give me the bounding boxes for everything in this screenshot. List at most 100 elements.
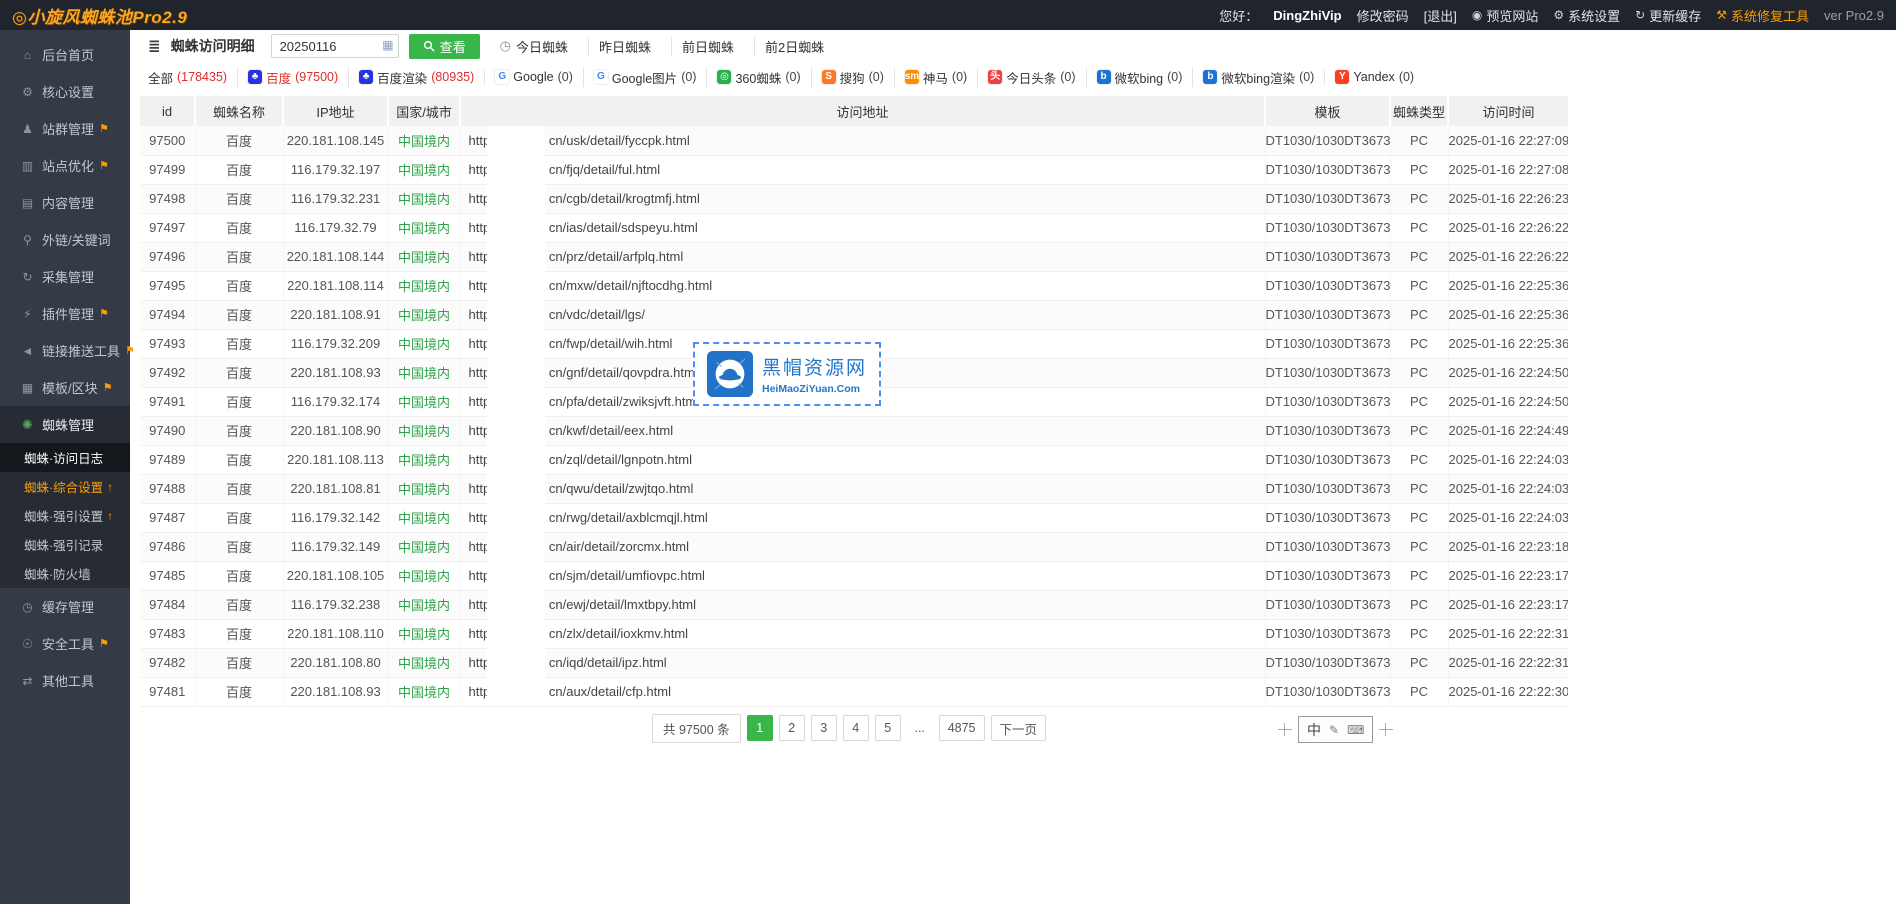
spider-filter[interactable]: 头 今日头条 (0)	[977, 68, 1075, 87]
spider-brand-icon: 头	[988, 70, 1002, 84]
cell-ip: 116.179.32.142	[283, 503, 388, 532]
spider-filter[interactable]: G Google图片 (0)	[583, 68, 697, 87]
page-button[interactable]: 5	[875, 715, 901, 741]
table-row: 97495 百度 220.181.108.114 中国境内 http://wap…	[140, 271, 1568, 300]
header-menu-item[interactable]: ◉ 预览网站	[1472, 6, 1539, 25]
ime-bar[interactable]: 中 ✎ ⌨	[1278, 716, 1393, 743]
sidebar-item[interactable]: ⇄ 其他工具	[0, 662, 130, 699]
sidebar-item[interactable]: ⚡ 插件管理 ⚑	[0, 295, 130, 332]
sidebar-item[interactable]: 蜘蛛·综合设置 ↑	[0, 472, 130, 501]
header-menu-item[interactable]: ↻ 更新缓存	[1635, 6, 1701, 25]
cell-visit-time: 2025-01-16 22:22:31	[1448, 619, 1568, 648]
cell-url: http://wapcn/vdc/detail/lgs/	[460, 300, 1265, 329]
header-menu-icon: ↻	[1635, 8, 1645, 22]
sidebar-item[interactable]: ◄ 链接推送工具 ⚑	[0, 332, 130, 369]
sidebar-item[interactable]: ☉ 安全工具 ⚑	[0, 625, 130, 662]
ime-pen-icon[interactable]: ✎	[1329, 723, 1339, 737]
page-button[interactable]: 3	[811, 715, 837, 741]
sidebar-item[interactable]: ⚙ 核心设置	[0, 73, 130, 110]
logout-link[interactable]: [退出]	[1424, 6, 1457, 25]
url-path: cn/ewj/detail/lmxtbpy.html	[549, 597, 696, 612]
spider-filter[interactable]: Y Yandex (0)	[1324, 70, 1414, 84]
sidebar-item[interactable]: 蜘蛛·强引记录	[0, 530, 130, 559]
table-row: 97494 百度 220.181.108.91 中国境内 http://wapc…	[140, 300, 1568, 329]
header-menu-item[interactable]: ⚒ 系统修复工具	[1716, 6, 1809, 25]
cell-id: 97487	[140, 503, 195, 532]
day-tab-label: 前日蜘蛛	[682, 37, 734, 56]
header-menu-item[interactable]: ⚙ 系统设置	[1553, 6, 1620, 25]
page-button[interactable]: 2	[779, 715, 805, 741]
spider-filter[interactable]: G Google (0)	[484, 70, 573, 84]
ime-keyboard-icon[interactable]: ⌨	[1347, 723, 1364, 737]
cell-spider-type: PC	[1390, 242, 1448, 271]
spider-filter[interactable]: ♣ 百度 (97500)	[237, 68, 338, 87]
main-content: ≣ 蜘蛛访问明细 ▦ 查看 ◷ 今日蜘蛛 昨日蜘蛛 前日蜘蛛 前2日蜘蛛	[130, 30, 1568, 904]
spider-filter[interactable]: ♣ 百度渲染 (80935)	[348, 68, 474, 87]
spider-filter-label: Google图片	[612, 68, 677, 87]
day-tab[interactable]: 前2日蜘蛛	[754, 37, 834, 56]
cell-visit-time: 2025-01-16 22:27:08	[1448, 155, 1568, 184]
spider-brand-icon: Y	[1335, 70, 1349, 84]
page-button[interactable]: 下一页	[991, 715, 1047, 741]
change-password-link[interactable]: 修改密码	[1357, 6, 1409, 25]
spider-filter[interactable]: b 微软bing渲染 (0)	[1192, 68, 1314, 87]
sidebar-item[interactable]: ▦ 模板/区块 ⚑	[0, 369, 130, 406]
app-logo[interactable]: ◎小旋风蜘蛛池Pro2.9	[12, 3, 187, 28]
sidebar-item[interactable]: 蜘蛛·防火墙	[0, 559, 130, 588]
ime-lang-toggle[interactable]: 中	[1307, 720, 1321, 740]
url-path: cn/sjm/detail/umfiovpc.html	[549, 568, 705, 583]
sidebar-item-icon: ⚲	[20, 233, 35, 247]
sidebar-item[interactable]: ↻ 采集管理	[0, 258, 130, 295]
ime-mark-right	[1379, 729, 1393, 730]
cell-template: DT1030/1030DT3673	[1265, 271, 1390, 300]
ime-box[interactable]: 中 ✎ ⌨	[1298, 716, 1373, 743]
sidebar-item[interactable]: ⚲ 外链/关键词	[0, 221, 130, 258]
page-button[interactable]: 4	[843, 715, 869, 741]
sidebar-item-label: 模板/区块	[42, 378, 98, 397]
spider-filter-count: (0)	[1167, 70, 1182, 84]
calendar-icon[interactable]: ▦	[382, 38, 393, 52]
spider-filter[interactable]: sm 神马 (0)	[894, 68, 967, 87]
sidebar-item[interactable]: ▥ 站点优化 ⚑	[0, 147, 130, 184]
cell-spider-name: 百度	[195, 648, 283, 677]
sidebar-item[interactable]: ♟ 站群管理 ⚑	[0, 110, 130, 147]
cell-spider-name: 百度	[195, 619, 283, 648]
spider-filter[interactable]: ◎ 360蜘蛛 (0)	[706, 68, 800, 87]
page-button[interactable]: ...	[907, 715, 933, 741]
cell-spider-name: 百度	[195, 677, 283, 706]
sidebar-item[interactable]: ◷ 缓存管理	[0, 588, 130, 625]
day-tab[interactable]: 前日蜘蛛	[671, 37, 744, 56]
cell-spider-name: 百度	[195, 358, 283, 387]
spider-filter[interactable]: b 微软bing (0)	[1086, 68, 1183, 87]
url-path: cn/usk/detail/fyccpk.html	[549, 133, 690, 148]
sidebar-item[interactable]: 蜘蛛·访问日志	[0, 443, 130, 472]
day-tab[interactable]: ◷ 今日蜘蛛	[490, 37, 578, 56]
spider-filter[interactable]: 全部 (178435)	[148, 68, 227, 87]
date-input[interactable]	[271, 34, 399, 58]
sidebar-item[interactable]: ✺ 蜘蛛管理	[0, 406, 130, 443]
cell-ip: 116.179.32.174	[283, 387, 388, 416]
url-path: cn/ias/detail/sdspeyu.html	[549, 220, 698, 235]
cell-url: http://wapcn/zlx/detail/ioxkmv.html	[460, 619, 1265, 648]
page-button[interactable]: 4875	[939, 715, 985, 741]
page-button[interactable]: 1	[747, 715, 773, 741]
sidebar-item-label: 核心设置	[42, 82, 94, 101]
header-menu-label: 更新缓存	[1649, 6, 1701, 25]
day-tab[interactable]: 昨日蜘蛛	[588, 37, 661, 56]
pin-icon: ⚑	[99, 307, 109, 320]
cell-visit-time: 2025-01-16 22:25:36	[1448, 329, 1568, 358]
view-button[interactable]: 查看	[409, 34, 480, 59]
cell-ip: 220.181.108.113	[283, 445, 388, 474]
table-row: 97485 百度 220.181.108.105 中国境内 http://wap…	[140, 561, 1568, 590]
table-row: 97500 百度 220.181.108.145 中国境内 http://wap…	[140, 126, 1568, 155]
sidebar-item[interactable]: 蜘蛛·强引设置 ↑	[0, 501, 130, 530]
spider-filter[interactable]: S 搜狗 (0)	[811, 68, 884, 87]
cell-id: 97497	[140, 213, 195, 242]
sidebar-item[interactable]: ⌂ 后台首页	[0, 36, 130, 73]
sidebar-item-icon: ↻	[20, 270, 35, 284]
table-row: 97497 百度 116.179.32.79 中国境内 http://wapcn…	[140, 213, 1568, 242]
spider-brand-icon: b	[1203, 70, 1217, 84]
sidebar-item[interactable]: ▤ 内容管理	[0, 184, 130, 221]
cell-visit-time: 2025-01-16 22:23:17	[1448, 561, 1568, 590]
cell-ip: 116.179.32.238	[283, 590, 388, 619]
